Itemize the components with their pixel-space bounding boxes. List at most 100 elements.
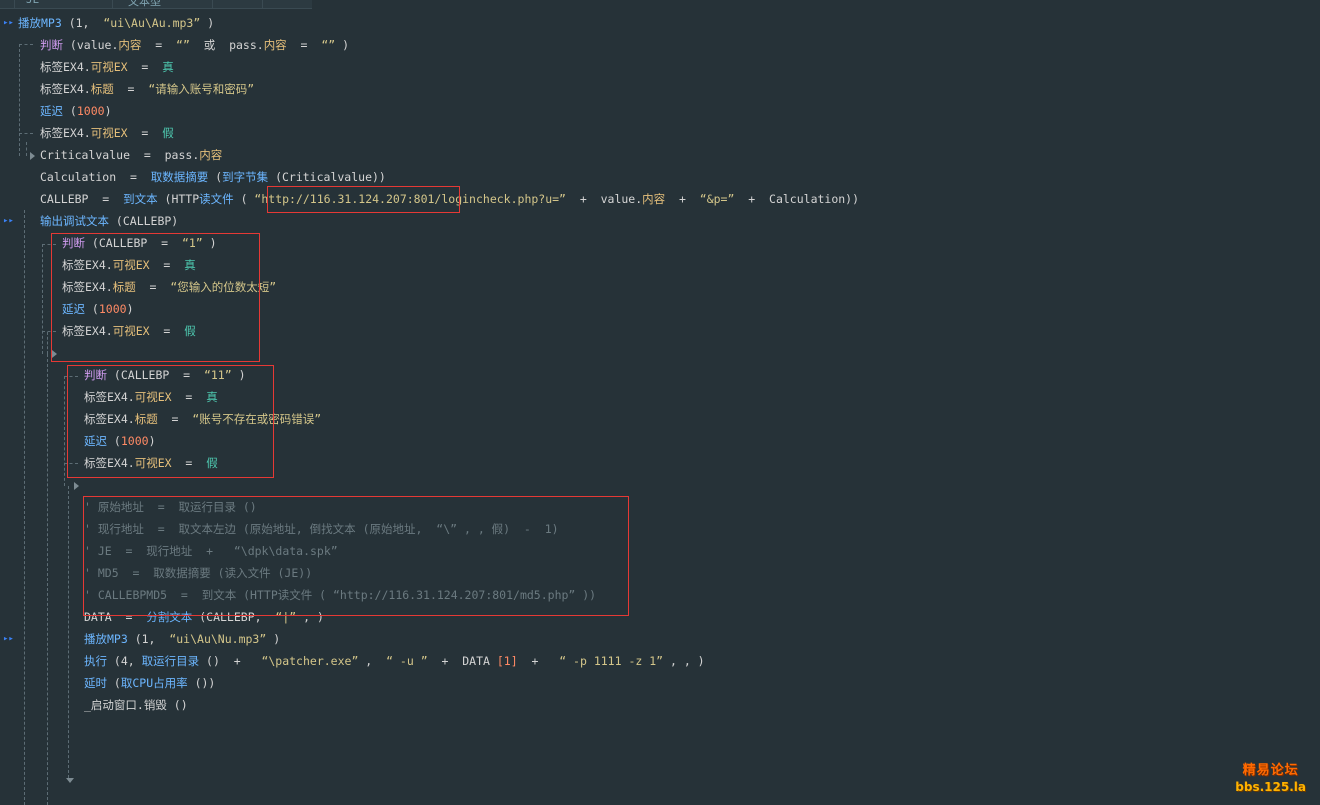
code-line[interactable]: 延时 (取CPU占用率 ()) bbox=[84, 673, 215, 693]
watermark-title: 精易论坛 bbox=[1242, 763, 1299, 778]
breakpoint-marker-icon[interactable]: ▸▸ bbox=[3, 634, 14, 644]
code-text: 标签EX4. bbox=[40, 60, 91, 74]
code-text: ) bbox=[266, 632, 281, 646]
property: 可视EX bbox=[90, 126, 128, 140]
code-line[interactable]: _启动窗口.销毁 () bbox=[84, 695, 188, 715]
code-text: (HTTP bbox=[157, 192, 200, 206]
code-text: + value. bbox=[565, 192, 643, 206]
property: 可视EX bbox=[90, 60, 128, 74]
paren: ) bbox=[200, 16, 215, 30]
code-text: = bbox=[141, 38, 177, 52]
code-text: 标签EX4. bbox=[40, 126, 91, 140]
function-name: 输出调试文本 bbox=[40, 214, 109, 228]
function-name: 延迟 bbox=[40, 104, 63, 118]
code-line[interactable]: 输出调试文本 (CALLEBP) bbox=[40, 211, 178, 231]
indent-guide bbox=[24, 210, 25, 805]
code-line[interactable]: 标签EX4.可视EX = 假 bbox=[40, 123, 174, 143]
code-text: ( bbox=[63, 104, 77, 118]
indent-guide bbox=[47, 354, 48, 805]
code-text: Criticalvalue = pass. bbox=[40, 148, 200, 162]
property: 内容 bbox=[199, 148, 223, 162]
code-text: = bbox=[113, 82, 149, 96]
code-line[interactable]: 播放MP3 (1, “ui\Au\Au.mp3” ) bbox=[18, 13, 214, 33]
code-text: () + bbox=[199, 654, 262, 668]
fold-arrow-icon[interactable] bbox=[74, 482, 79, 490]
code-line[interactable]: 标签EX4.标题 = “请输入账号和密码” bbox=[40, 79, 254, 99]
code-text: = bbox=[127, 60, 163, 74]
bool-literal: 真 bbox=[162, 60, 174, 74]
code-line[interactable]: 延迟 (1000) bbox=[40, 101, 112, 121]
number-literal: [1] bbox=[496, 654, 518, 668]
code-text: ( bbox=[233, 192, 255, 206]
property: 内容 bbox=[642, 192, 666, 206]
code-text: ()) bbox=[187, 676, 216, 690]
indent-guide bbox=[19, 133, 33, 134]
code-line[interactable]: 判断 (value.内容 = “” 或 pass.内容 = “” ) bbox=[40, 35, 349, 55]
indent-guide bbox=[19, 44, 20, 156]
annotation-box-check-11 bbox=[67, 365, 274, 478]
string-literal: “\patcher.exe” bbox=[261, 654, 359, 668]
code-line[interactable]: 执行 (4, 取运行目录 () + “\patcher.exe” , “ -u … bbox=[84, 651, 705, 671]
function-name: 播放MP3 bbox=[84, 632, 128, 646]
indent-guide bbox=[42, 244, 43, 354]
header-cell-type: 文本型 bbox=[128, 0, 161, 8]
number-literal: 1000 bbox=[76, 104, 105, 118]
function-name: 到文本 bbox=[123, 192, 158, 206]
breakpoint-marker-icon[interactable]: ▸▸ bbox=[3, 216, 14, 226]
code-text: (value. bbox=[63, 38, 119, 52]
code-line[interactable]: 播放MP3 (1, “ui\Au\Nu.mp3” ) bbox=[84, 629, 280, 649]
string-literal: “ -u ” bbox=[386, 654, 428, 668]
indent-guide bbox=[19, 44, 33, 45]
indent-guide bbox=[68, 486, 69, 778]
code-line[interactable]: 标签EX4.可视EX = 真 bbox=[40, 57, 174, 77]
code-text: ( bbox=[208, 170, 223, 184]
code-text: CALLEBP = bbox=[40, 192, 124, 206]
forum-watermark-logo: 精易论坛 bbs.125.la bbox=[1235, 763, 1306, 795]
breakpoint-marker-icon[interactable]: ▸▸ bbox=[3, 18, 14, 28]
string-literal: “&p=” bbox=[699, 192, 735, 206]
code-text: Calculation = bbox=[40, 170, 151, 184]
string-literal: “” bbox=[176, 38, 190, 52]
function-name: 播放MP3 bbox=[18, 16, 62, 30]
code-line[interactable]: Criticalvalue = pass.内容 bbox=[40, 145, 222, 165]
indent-guide bbox=[47, 332, 48, 354]
code-text: , , ) bbox=[663, 654, 705, 668]
annotation-box-comments bbox=[83, 496, 629, 616]
code-text: + bbox=[517, 654, 560, 668]
fold-end-arrow-icon bbox=[66, 778, 74, 783]
code-text: (CALLEBP) bbox=[109, 214, 179, 228]
annotation-box-url bbox=[267, 186, 460, 213]
code-text: , bbox=[358, 654, 387, 668]
indent-guide bbox=[64, 376, 65, 486]
property: 标题 bbox=[90, 82, 114, 96]
code-text: + bbox=[665, 192, 700, 206]
code-line[interactable]: Calculation = 取数据摘要 (到字节集 (Criticalvalue… bbox=[40, 167, 386, 187]
code-text: = bbox=[127, 126, 163, 140]
annotation-box-check-1 bbox=[51, 233, 260, 362]
function-name: 取运行目录 bbox=[141, 654, 200, 668]
code-text: ) bbox=[335, 38, 350, 52]
code-text: ( bbox=[107, 676, 121, 690]
function-name: 取CPU占用率 bbox=[120, 676, 188, 690]
indent-guide bbox=[26, 142, 27, 156]
string-literal: “请输入账号和密码” bbox=[148, 82, 255, 96]
function-name: 取数据摘要 bbox=[150, 170, 209, 184]
code-text: 标签EX4. bbox=[40, 82, 91, 96]
property: 内容 bbox=[118, 38, 142, 52]
string-literal: “ui\Au\Au.mp3” bbox=[103, 16, 201, 30]
code-text: ) bbox=[104, 104, 112, 118]
string-literal: “ui\Au\Nu.mp3” bbox=[169, 632, 267, 646]
code-text: (Criticalvalue)) bbox=[268, 170, 386, 184]
code-text: 或 pass. bbox=[189, 38, 264, 52]
string-literal: “” bbox=[321, 38, 336, 52]
keyword: 判断 bbox=[40, 38, 63, 52]
top-table-strip: JE 文本型 bbox=[0, 0, 312, 9]
args: (1, bbox=[61, 16, 104, 30]
code-text: + DATA bbox=[427, 654, 497, 668]
fold-arrow-icon[interactable] bbox=[30, 152, 35, 160]
code-text: + Calculation)) bbox=[734, 192, 860, 206]
function-name: 读文件 bbox=[199, 192, 234, 206]
code-text: (4, bbox=[107, 654, 142, 668]
code-text: (1, bbox=[127, 632, 170, 646]
bool-literal: 假 bbox=[162, 126, 174, 140]
